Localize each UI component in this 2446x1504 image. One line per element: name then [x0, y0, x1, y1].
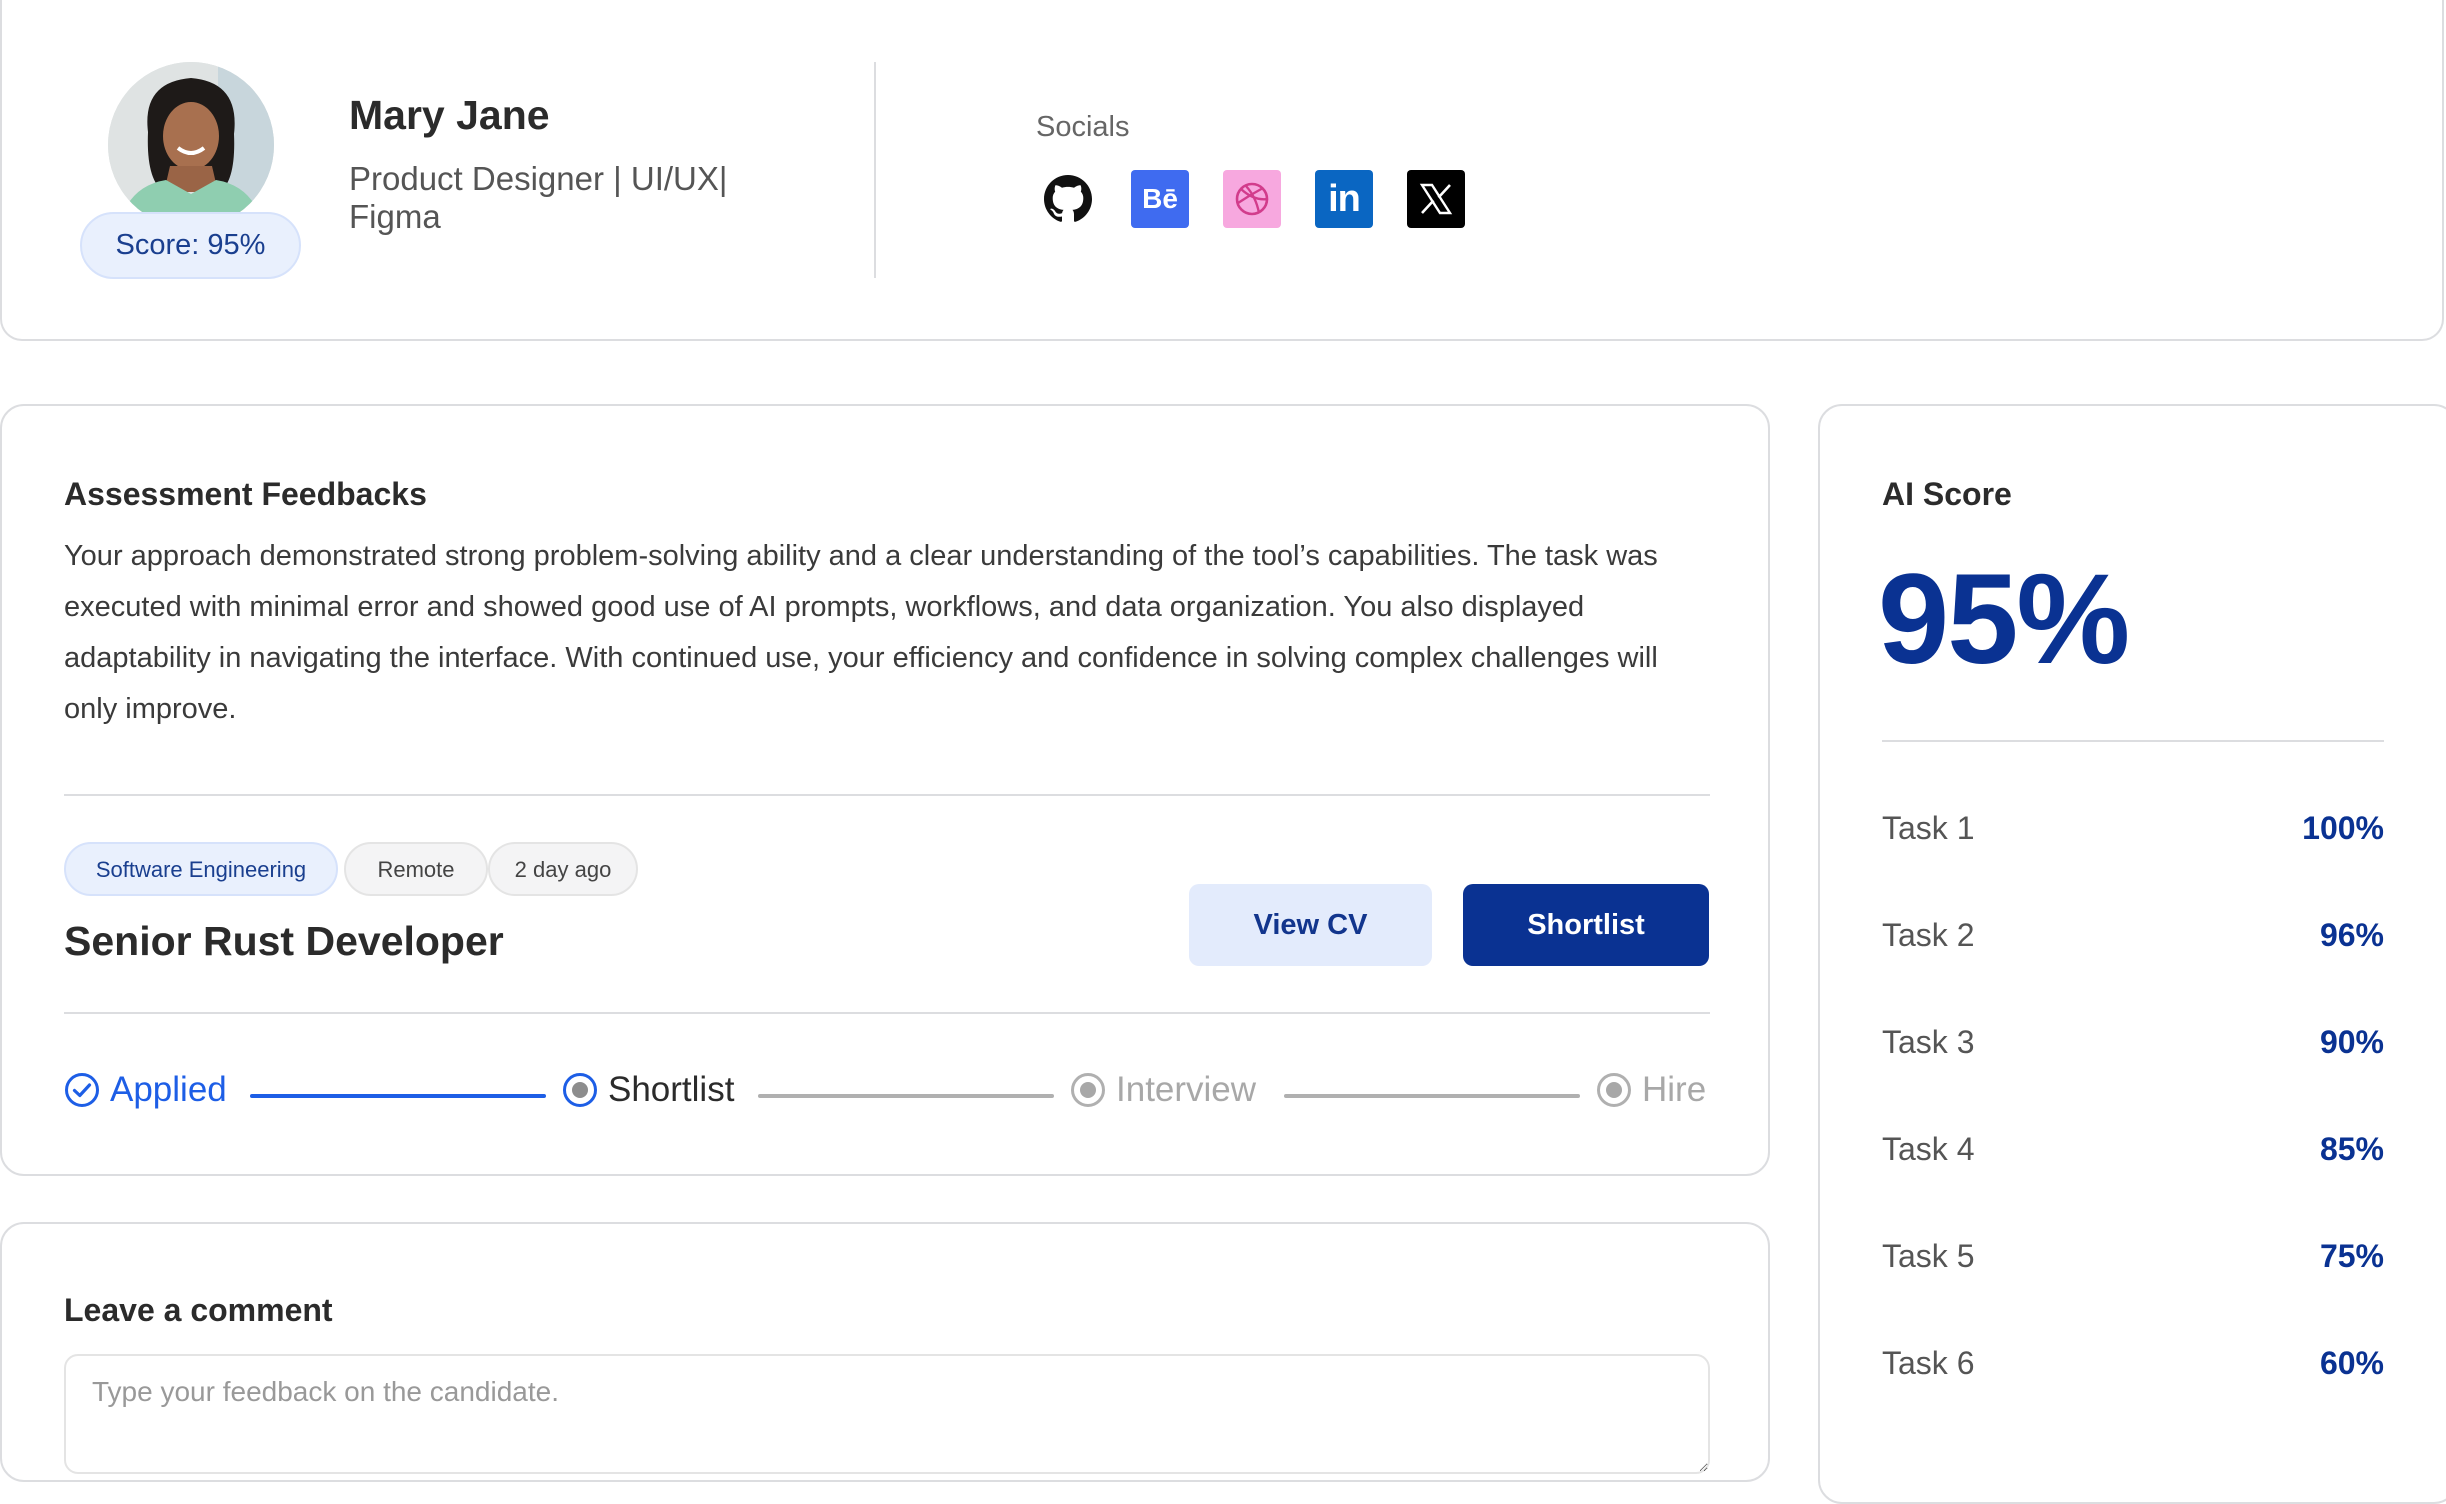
ai-score-value: 95% [1878, 548, 2130, 691]
step-applied[interactable]: Applied [64, 1070, 227, 1110]
task-score: 85% [2319, 1131, 2384, 1167]
comment-card: Leave a comment [0, 1222, 1770, 1482]
task-name: Task 5 [1882, 1238, 1975, 1274]
assessment-title: Assessment Feedbacks [64, 476, 427, 512]
task-score: 90% [2319, 1024, 2384, 1060]
step-hire[interactable]: Hire [1596, 1070, 1706, 1110]
step-connector [250, 1094, 546, 1098]
task-score: 75% [2319, 1238, 2384, 1274]
tag-department: Software Engineering [64, 842, 338, 896]
job-title: Senior Rust Developer [64, 918, 504, 964]
avatar-image [108, 62, 274, 228]
task-row: Task 1 100% [1882, 810, 2384, 847]
task-name: Task 4 [1882, 1131, 1975, 1167]
step-label: Applied [110, 1070, 227, 1109]
task-row: Task 4 85% [1882, 1131, 2384, 1168]
step-label: Interview [1116, 1070, 1257, 1109]
step-label: Shortlist [608, 1070, 735, 1109]
task-name: Task 2 [1882, 917, 1975, 953]
check-circle-icon [65, 1073, 99, 1107]
task-row: Task 2 96% [1882, 917, 2384, 954]
candidate-role: Product Designer | UI/UX| Figma [349, 160, 728, 235]
task-row: Task 5 75% [1882, 1238, 2384, 1275]
comment-input[interactable] [64, 1354, 1710, 1474]
score-badge: Score: 95% [80, 212, 301, 279]
task-name: Task 1 [1882, 810, 1975, 846]
step-label: Hire [1642, 1070, 1707, 1109]
step-connector [1284, 1094, 1580, 1098]
candidate-name: Mary Jane [349, 92, 550, 138]
avatar [108, 62, 274, 228]
step-interview[interactable]: Interview [1070, 1070, 1256, 1110]
radio-pending-icon [1071, 1073, 1105, 1107]
divider [1882, 740, 2384, 742]
radio-current-icon [563, 1073, 597, 1107]
behance-icon[interactable]: Bē [1131, 170, 1189, 228]
x-icon[interactable] [1407, 170, 1465, 228]
step-connector [758, 1094, 1054, 1098]
task-score: 96% [2319, 917, 2384, 953]
socials-label: Socials [1036, 111, 1130, 143]
tag-posted: 2 day ago [488, 842, 638, 896]
linkedin-icon[interactable]: in [1315, 170, 1373, 228]
assessment-card: Assessment Feedbacks Your approach demon… [0, 404, 1770, 1176]
divider [64, 1012, 1710, 1014]
task-row: Task 6 60% [1882, 1345, 2384, 1382]
ai-score-card: AI Score 95% Task 1 100% Task 2 96% Task… [1818, 404, 2446, 1504]
github-icon[interactable] [1039, 170, 1097, 228]
assessment-feedback: Your approach demonstrated strong proble… [64, 540, 1658, 725]
dribbble-icon[interactable] [1223, 170, 1281, 228]
tag-location: Remote [344, 842, 488, 896]
divider [64, 794, 1710, 796]
task-name: Task 3 [1882, 1024, 1975, 1060]
ai-score-title: AI Score [1882, 476, 2012, 512]
shortlist-button[interactable]: Shortlist [1463, 884, 1709, 966]
divider [874, 62, 876, 278]
radio-pending-icon [1597, 1073, 1631, 1107]
task-row: Task 3 90% [1882, 1024, 2384, 1061]
view-cv-button[interactable]: View CV [1189, 884, 1432, 966]
task-score: 100% [2302, 810, 2384, 846]
task-score: 60% [2319, 1345, 2384, 1381]
task-name: Task 6 [1882, 1345, 1975, 1381]
step-shortlist[interactable]: Shortlist [562, 1070, 734, 1110]
comment-title: Leave a comment [64, 1292, 333, 1328]
profile-card: Score: 95% Mary Jane Product Designer | … [0, 0, 2444, 341]
